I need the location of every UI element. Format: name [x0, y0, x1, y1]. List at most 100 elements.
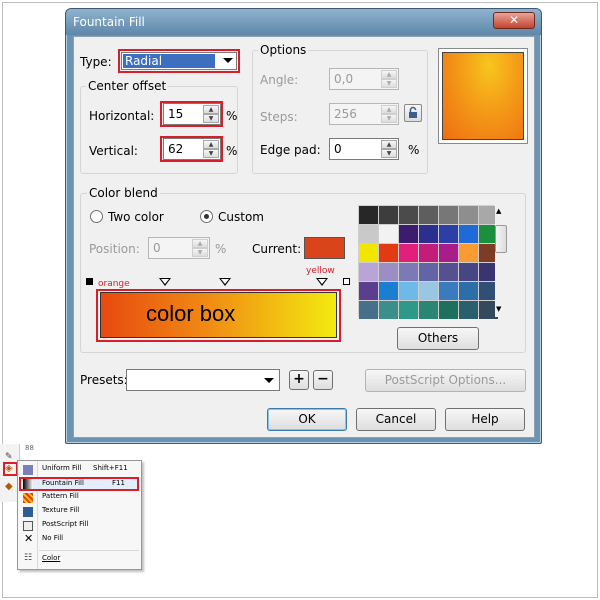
- palette-swatch[interactable]: [399, 282, 418, 300]
- palette-swatch[interactable]: [399, 225, 418, 243]
- position-value: 0: [153, 241, 161, 255]
- interactive-fill-icon[interactable]: ◆: [5, 481, 13, 492]
- remove-preset-button[interactable]: −: [313, 370, 333, 390]
- palette-swatch[interactable]: [439, 225, 458, 243]
- spin-up-arrow[interactable]: ▲: [203, 140, 219, 149]
- menu-item-label: Fountain Fill: [42, 479, 84, 487]
- palette-swatch[interactable]: [459, 244, 478, 262]
- palette-swatch[interactable]: [439, 263, 458, 281]
- type-label: Type:: [80, 55, 112, 69]
- palette-swatch[interactable]: [399, 301, 418, 319]
- scroll-thumb[interactable]: [495, 225, 507, 253]
- palette-swatch[interactable]: [359, 301, 378, 319]
- position-spinner[interactable]: 0 ▲ ▼: [148, 237, 210, 259]
- spin-down-arrow[interactable]: ▼: [203, 149, 219, 158]
- scroll-up-icon[interactable]: ▲: [496, 207, 501, 215]
- presets-select[interactable]: [126, 369, 280, 391]
- palette-swatch[interactable]: [379, 225, 398, 243]
- spin-up-arrow[interactable]: ▲: [381, 140, 397, 149]
- gradient-marker[interactable]: [219, 278, 231, 286]
- palette-swatch[interactable]: [359, 206, 378, 224]
- palette-scrollbar[interactable]: ▲ ▼: [495, 205, 507, 317]
- pen-tool-icon[interactable]: ✎: [5, 452, 13, 462]
- menu-item-postscript-fill[interactable]: PostScript Fill: [21, 520, 139, 533]
- palette-swatch[interactable]: [359, 225, 378, 243]
- lock-steps-button[interactable]: [404, 104, 422, 122]
- menu-item-pattern-fill[interactable]: Pattern Fill: [21, 492, 139, 505]
- menu-item-fountain-fill[interactable]: Fountain Fill F11: [19, 477, 139, 491]
- palette-swatch[interactable]: [419, 263, 438, 281]
- palette-swatch[interactable]: [459, 301, 478, 319]
- add-preset-button[interactable]: +: [289, 370, 309, 390]
- steps-spinner[interactable]: 256 ▲ ▼: [329, 103, 399, 125]
- spin-down-arrow[interactable]: ▼: [203, 114, 219, 123]
- palette-swatch[interactable]: [459, 282, 478, 300]
- palette-swatch[interactable]: [359, 244, 378, 262]
- edge-pad-value: 0: [334, 142, 342, 156]
- menu-item-shortcut: F11: [112, 479, 125, 487]
- palette-swatch[interactable]: [399, 206, 418, 224]
- ok-button[interactable]: OK: [267, 408, 347, 431]
- menu-item-texture-fill[interactable]: Texture Fill: [21, 506, 139, 519]
- position-label: Position:: [89, 242, 140, 256]
- two-color-radio[interactable]: [90, 210, 103, 223]
- palette-swatch[interactable]: [379, 301, 398, 319]
- menu-item-color[interactable]: ☷ Color: [21, 553, 139, 567]
- fill-bucket-icon[interactable]: ◈: [5, 463, 13, 474]
- gradient-marker[interactable]: [159, 278, 171, 286]
- spin-up-arrow[interactable]: ▲: [192, 239, 208, 248]
- spin-up-arrow[interactable]: ▲: [381, 105, 397, 114]
- spin-down-arrow[interactable]: ▼: [381, 149, 397, 158]
- current-color-swatch[interactable]: [304, 237, 345, 259]
- type-select[interactable]: Radial: [121, 52, 237, 70]
- palette-swatch[interactable]: [459, 225, 478, 243]
- palette-swatch[interactable]: [399, 244, 418, 262]
- palette-swatch[interactable]: [379, 206, 398, 224]
- palette-swatch[interactable]: [419, 244, 438, 262]
- angle-spinner[interactable]: 0,0 ▲ ▼: [329, 68, 399, 90]
- menu-item-label: No Fill: [42, 534, 64, 542]
- palette-swatch[interactable]: [419, 206, 438, 224]
- palette-swatch[interactable]: [459, 263, 478, 281]
- palette-swatch[interactable]: [439, 206, 458, 224]
- palette-swatch[interactable]: [419, 225, 438, 243]
- others-button[interactable]: Others: [397, 327, 479, 350]
- steps-value: 256: [334, 107, 357, 121]
- spin-down-arrow[interactable]: ▼: [192, 248, 208, 257]
- spin-down-arrow[interactable]: ▼: [381, 114, 397, 123]
- palette-swatch[interactable]: [439, 301, 458, 319]
- spin-up-arrow[interactable]: ▲: [381, 70, 397, 79]
- cancel-button[interactable]: Cancel: [356, 408, 436, 431]
- plus-icon: +: [293, 371, 305, 387]
- horizontal-spinner[interactable]: 15 ▲ ▼: [163, 103, 221, 125]
- color-blend-label: Color blend: [87, 186, 160, 200]
- palette-swatch[interactable]: [439, 244, 458, 262]
- palette-swatch[interactable]: [439, 282, 458, 300]
- end-handle[interactable]: [343, 278, 350, 285]
- custom-radio[interactable]: [200, 210, 213, 223]
- palette-swatch[interactable]: [359, 282, 378, 300]
- menu-item-label: Pattern Fill: [42, 492, 79, 500]
- spin-up-arrow[interactable]: ▲: [203, 105, 219, 114]
- palette-swatch[interactable]: [419, 282, 438, 300]
- palette-swatch[interactable]: [379, 244, 398, 262]
- edge-pad-spinner[interactable]: 0 ▲ ▼: [329, 138, 399, 160]
- palette-swatch[interactable]: [419, 301, 438, 319]
- start-handle[interactable]: [86, 278, 93, 285]
- menu-item-uniform-fill[interactable]: Uniform Fill Shift+F11: [21, 464, 139, 477]
- palette-swatch[interactable]: [459, 206, 478, 224]
- palette-swatch[interactable]: [379, 263, 398, 281]
- scroll-down-icon[interactable]: ▼: [496, 305, 501, 313]
- spin-down-arrow[interactable]: ▼: [381, 79, 397, 88]
- help-button[interactable]: Help: [445, 408, 525, 431]
- gradient-marker[interactable]: [316, 278, 328, 286]
- gradient-color-box[interactable]: color box: [100, 292, 337, 338]
- palette-swatch[interactable]: [399, 263, 418, 281]
- palette-swatch[interactable]: [359, 263, 378, 281]
- menu-item-shortcut: Shift+F11: [93, 464, 128, 472]
- palette-swatch[interactable]: [379, 282, 398, 300]
- close-button[interactable]: ✕: [493, 12, 535, 29]
- menu-item-no-fill[interactable]: ✕ No Fill: [21, 532, 139, 547]
- postscript-options-button[interactable]: PostScript Options...: [365, 369, 526, 392]
- vertical-spinner[interactable]: 62 ▲ ▼: [163, 138, 221, 160]
